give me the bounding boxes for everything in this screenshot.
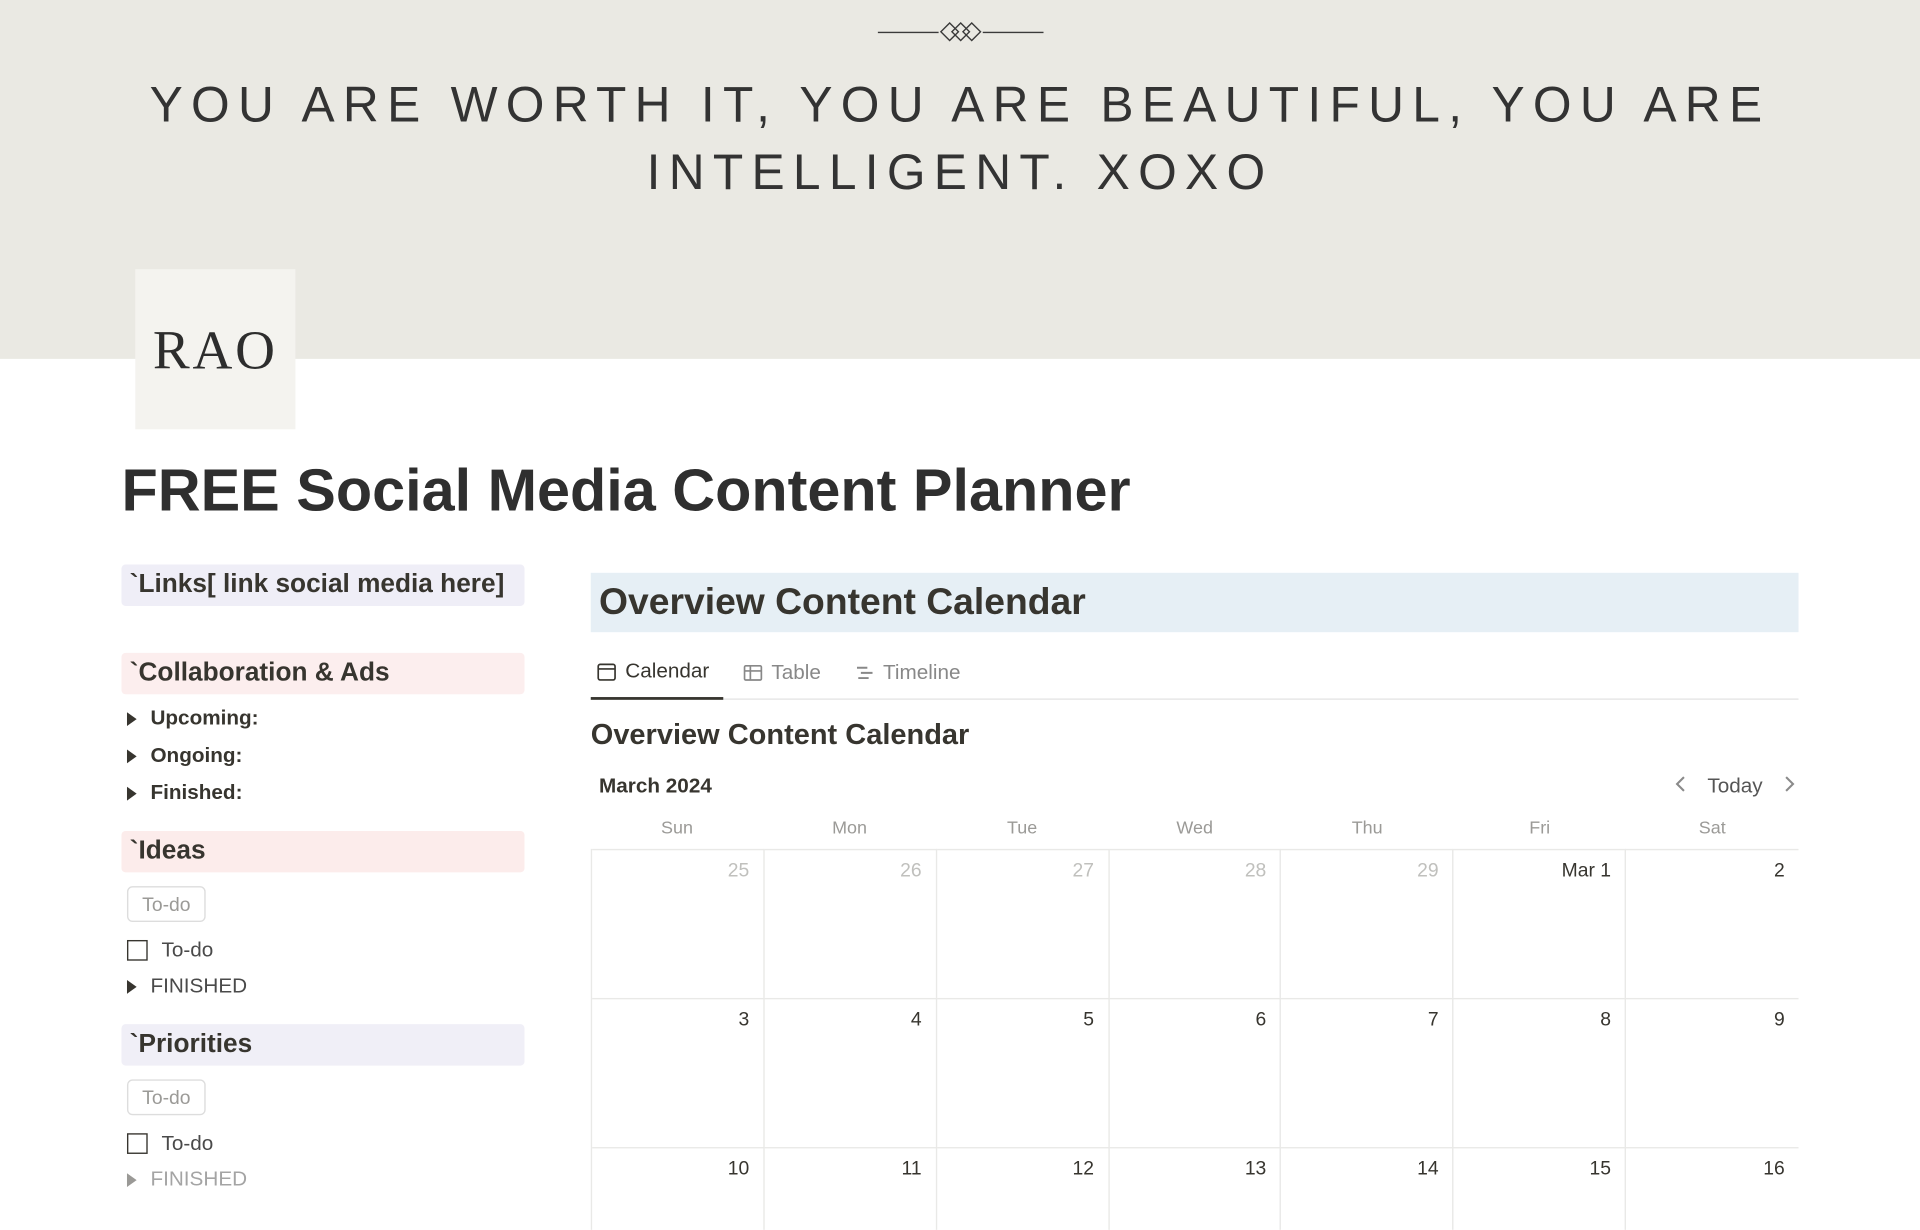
tab-calendar[interactable]: Calendar xyxy=(591,649,723,700)
ideas-todo-checkbox[interactable]: To-do xyxy=(121,933,524,968)
calendar-cell[interactable]: 25 xyxy=(592,849,764,998)
overview-heading[interactable]: Overview Content Calendar xyxy=(591,573,1799,632)
hero-banner: YOU ARE WORTH IT, YOU ARE BEAUTIFUL, YOU… xyxy=(0,0,1920,359)
calendar-cell[interactable]: 8 xyxy=(1454,998,1626,1147)
ideas-heading[interactable]: `Ideas xyxy=(121,831,524,872)
today-button[interactable]: Today xyxy=(1707,774,1762,797)
priorities-todo-pill[interactable]: To-do xyxy=(127,1079,206,1115)
prev-month-button[interactable] xyxy=(1674,774,1688,797)
calendar-cell[interactable]: 6 xyxy=(1109,998,1281,1147)
calendar-cell[interactable]: 7 xyxy=(1282,998,1454,1147)
calendar-date-number: 2 xyxy=(1774,859,1785,881)
triangle-icon xyxy=(127,749,137,763)
calendar-cell[interactable]: 14 xyxy=(1282,1147,1454,1230)
checkbox-icon[interactable] xyxy=(127,1133,148,1154)
calendar-day-header: Fri xyxy=(1453,809,1626,849)
calendar-date-number: 7 xyxy=(1428,1008,1439,1030)
calendar-date-number: 10 xyxy=(728,1157,750,1179)
calendar-grid: SunMonTueWedThuFriSat 25 26 27 28 29 Mar 1 2 3 4… xyxy=(591,809,1799,1230)
triangle-icon xyxy=(127,979,137,993)
calendar-cell[interactable]: 5 xyxy=(937,998,1109,1147)
priorities-heading[interactable]: `Priorities xyxy=(121,1024,524,1065)
calendar-cell[interactable]: 11 xyxy=(764,1147,936,1230)
calendar-date-number: 8 xyxy=(1600,1008,1611,1030)
calendar-cell[interactable]: 4 xyxy=(764,998,936,1147)
calendar-date-number: 26 xyxy=(900,859,922,881)
collab-toggle-item[interactable]: Ongoing: xyxy=(121,737,524,774)
calendar-date-number: 25 xyxy=(728,859,750,881)
hero-divider xyxy=(877,25,1043,39)
calendar-date-number: 6 xyxy=(1256,1008,1267,1030)
calendar-day-header: Tue xyxy=(936,809,1109,849)
collab-toggle-item[interactable]: Finished: xyxy=(121,774,524,811)
calendar-cell[interactable]: 9 xyxy=(1626,998,1798,1147)
collab-heading[interactable]: `Collaboration & Ads xyxy=(121,653,524,694)
calendar-header: March 2024 Today xyxy=(591,761,1799,809)
calendar-date-number: 27 xyxy=(1072,859,1094,881)
calendar-date-number: 5 xyxy=(1083,1008,1094,1030)
calendar-cell[interactable]: 28 xyxy=(1109,849,1281,998)
calendar-date-number: 14 xyxy=(1417,1157,1439,1179)
triangle-icon xyxy=(127,712,137,726)
page-title: FREE Social Media Content Planner xyxy=(121,458,1798,526)
priorities-finished-toggle[interactable]: FINISHED xyxy=(121,1161,524,1198)
calendar-cell[interactable]: 12 xyxy=(937,1147,1109,1230)
calendar-date-number: 12 xyxy=(1072,1157,1094,1179)
calendar-cell[interactable]: 13 xyxy=(1109,1147,1281,1230)
calendar-cell[interactable]: 10 xyxy=(592,1147,764,1230)
next-month-button[interactable] xyxy=(1782,774,1796,797)
triangle-icon xyxy=(127,1173,137,1187)
calendar-cell[interactable]: Mar 1 xyxy=(1454,849,1626,998)
calendar-cell[interactable]: 2 xyxy=(1626,849,1798,998)
calendar-day-header: Sun xyxy=(591,809,764,849)
calendar-cell[interactable]: 27 xyxy=(937,849,1109,998)
calendar-date-number: 15 xyxy=(1590,1157,1612,1179)
tab-table[interactable]: Table xyxy=(737,649,835,699)
calendar-cell[interactable]: 26 xyxy=(764,849,936,998)
tab-timeline[interactable]: Timeline xyxy=(849,649,975,699)
calendar-date-number: 9 xyxy=(1774,1008,1785,1030)
hero-quote: YOU ARE WORTH IT, YOU ARE BEAUTIFUL, YOU… xyxy=(0,72,1920,206)
logo: RAO xyxy=(135,269,295,429)
calendar-date-number: 28 xyxy=(1245,859,1267,881)
calendar-day-header: Thu xyxy=(1281,809,1454,849)
calendar-date-number: 16 xyxy=(1763,1157,1785,1179)
triangle-icon xyxy=(127,786,137,800)
calendar-cell[interactable]: 3 xyxy=(592,998,764,1147)
links-heading[interactable]: `Links[ link social media here] xyxy=(121,565,524,606)
calendar-month: March 2024 xyxy=(599,774,712,797)
calendar-date-number: 11 xyxy=(902,1157,922,1179)
calendar-date-number: 29 xyxy=(1417,859,1439,881)
calendar-day-header: Mon xyxy=(763,809,936,849)
main-content: Overview Content Calendar Calendar Table T… xyxy=(591,565,1799,1230)
calendar-day-header: Wed xyxy=(1108,809,1281,849)
priorities-todo-checkbox[interactable]: To-do xyxy=(121,1126,524,1161)
calendar-cell[interactable]: 29 xyxy=(1282,849,1454,998)
calendar-day-header: Sat xyxy=(1626,809,1799,849)
calendar-date-number: Mar 1 xyxy=(1562,859,1611,881)
ideas-finished-toggle[interactable]: FINISHED xyxy=(121,968,524,1005)
calendar-date-number: 4 xyxy=(911,1008,922,1030)
view-tabs: Calendar Table Timeline xyxy=(591,649,1799,700)
database-title[interactable]: Overview Content Calendar xyxy=(591,719,1799,752)
calendar-cell[interactable]: 15 xyxy=(1454,1147,1626,1230)
calendar-cell[interactable]: 16 xyxy=(1626,1147,1798,1230)
collab-toggle-item[interactable]: Upcoming: xyxy=(121,700,524,737)
calendar-date-number: 13 xyxy=(1245,1157,1267,1179)
checkbox-icon[interactable] xyxy=(127,940,148,961)
ideas-todo-pill[interactable]: To-do xyxy=(127,886,206,922)
calendar-date-number: 3 xyxy=(739,1008,750,1030)
sidebar: `Links[ link social media here] `Collabo… xyxy=(121,565,524,1199)
